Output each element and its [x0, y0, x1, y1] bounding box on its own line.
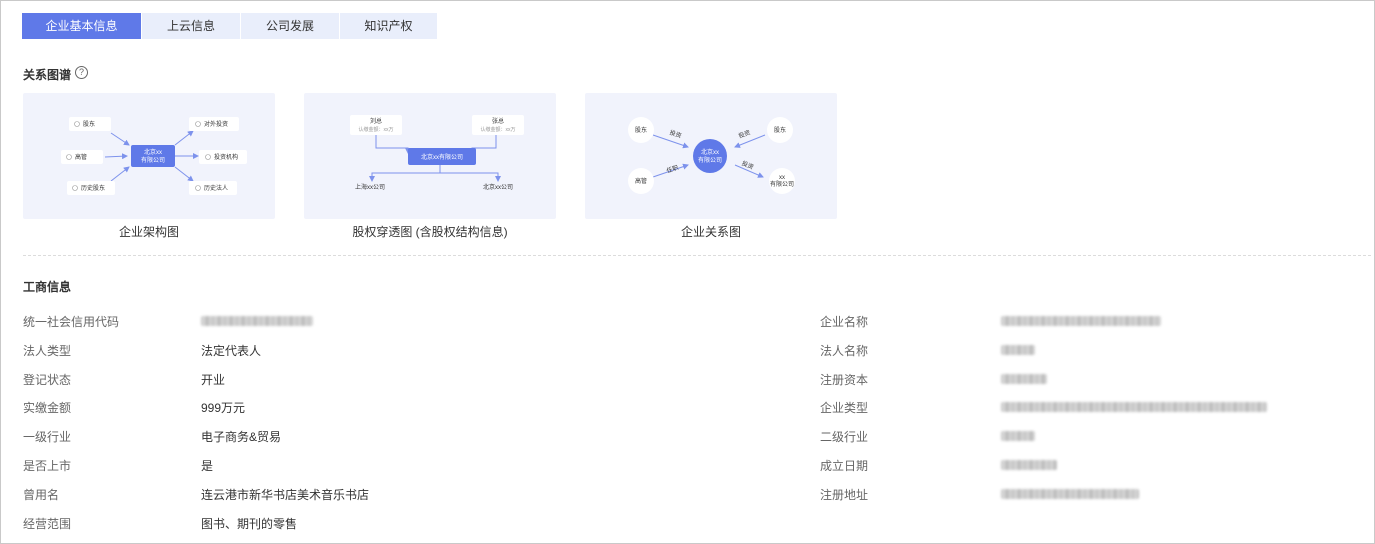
label-listed: 是否上市	[23, 459, 72, 473]
svg-text:高管: 高管	[75, 153, 87, 161]
svg-text:历史法人: 历史法人	[204, 184, 228, 192]
svg-text:认缴金额：xx万: 认缴金额：xx万	[480, 126, 515, 133]
svg-text:北京xx: 北京xx	[144, 148, 162, 156]
svg-text:股东: 股东	[774, 126, 786, 134]
redacted-founded-date	[1001, 460, 1057, 470]
label-industry-l2: 二级行业	[820, 430, 869, 444]
value-paid-amount: 999万元	[201, 401, 246, 415]
svg-text:股东: 股东	[83, 120, 95, 128]
svg-text:对外投资: 对外投资	[204, 120, 228, 128]
caption-equity-penetration: 股权穿透图 (含股权结构信息)	[352, 225, 508, 239]
relation-diagram: 北京xx 有限公司 股东 股东 高管 xx 有限公司 投资 投资 任职 投资	[628, 117, 795, 194]
svg-text:任职: 任职	[665, 163, 679, 174]
page-frame: 企业基本信息 上云信息 公司发展 知识产权 关系图谱 ? 北京xx 有限公司 股…	[0, 0, 1375, 544]
label-company-type: 企业类型	[820, 401, 869, 415]
value-reg-status: 开业	[201, 373, 226, 387]
value-industry-l1: 电子商务&贸易	[201, 430, 282, 444]
caption-enterprise-structure: 企业架构图	[118, 225, 179, 239]
label-founded-date: 成立日期	[820, 459, 869, 473]
redacted-company-name	[1001, 316, 1161, 326]
structure-diagram: 北京xx 有限公司 股东 对外投资 高管 投资机构 历史股东 历史法人	[61, 117, 247, 195]
svg-text:历史股东: 历史股东	[81, 184, 105, 192]
tab-cloud-info[interactable]: 上云信息	[142, 13, 240, 39]
tab-development[interactable]: 公司发展	[241, 13, 339, 39]
label-paid-amount: 实缴金额	[23, 401, 72, 415]
label-company-name: 企业名称	[820, 315, 869, 329]
redacted-industry-l2	[1001, 431, 1035, 441]
svg-text:投资: 投资	[737, 128, 751, 140]
help-icon[interactable]: ?	[75, 66, 88, 79]
label-industry-l1: 一级行业	[23, 430, 72, 444]
redacted-reg-address	[1001, 489, 1139, 499]
value-former-name: 连云港市新华书店美术音乐书店	[201, 488, 370, 502]
relation-section-title: 关系图谱	[23, 68, 72, 82]
card-enterprise-structure[interactable]: 北京xx 有限公司 股东 对外投资 高管 投资机构 历史股东 历史法人	[23, 93, 275, 219]
value-legal-type: 法定代表人	[201, 344, 262, 358]
section-divider	[23, 255, 1371, 256]
svg-text:有限公司: 有限公司	[141, 156, 165, 164]
label-legal-type: 法人类型	[23, 344, 72, 358]
value-business-scope: 图书、期刊的零售	[201, 517, 298, 531]
tab-bar: 企业基本信息 上云信息 公司发展 知识产权	[22, 13, 438, 39]
svg-text:刘总: 刘总	[370, 117, 382, 125]
svg-text:认缴金额：xx万: 认缴金额：xx万	[358, 126, 393, 133]
label-credit-code: 统一社会信用代码	[23, 315, 120, 329]
svg-text:北京xx: 北京xx	[701, 148, 719, 156]
svg-text:张总: 张总	[492, 117, 504, 125]
label-business-scope: 经营范围	[23, 517, 72, 531]
svg-text:xx: xx	[779, 175, 785, 181]
card-enterprise-relation[interactable]: 北京xx 有限公司 股东 股东 高管 xx 有限公司 投资 投资 任职 投资	[585, 93, 837, 219]
svg-text:有限公司: 有限公司	[770, 180, 794, 188]
redacted-company-type	[1001, 402, 1267, 412]
business-section-title: 工商信息	[23, 280, 72, 294]
svg-text:股东: 股东	[635, 126, 647, 134]
caption-enterprise-relation: 企业关系图	[680, 225, 741, 239]
redacted-reg-capital	[1001, 374, 1047, 384]
redacted-legal-name	[1001, 345, 1035, 355]
svg-text:投资: 投资	[741, 159, 755, 171]
card-equity-penetration[interactable]: 刘总 认缴金额：xx万 张总 认缴金额：xx万 北京xx有限公司 上海xx公司 …	[304, 93, 556, 219]
redacted-credit-code	[201, 316, 313, 326]
label-former-name: 曾用名	[23, 488, 60, 502]
label-legal-name: 法人名称	[820, 344, 869, 358]
svg-text:上海xx公司: 上海xx公司	[355, 183, 385, 191]
value-listed: 是	[201, 459, 214, 473]
tab-ip[interactable]: 知识产权	[340, 13, 437, 39]
svg-text:北京xx有限公司: 北京xx有限公司	[421, 153, 463, 161]
label-reg-capital: 注册资本	[820, 373, 869, 387]
label-reg-address: 注册地址	[820, 488, 869, 502]
svg-text:北京xx公司: 北京xx公司	[483, 183, 513, 191]
svg-text:投资机构: 投资机构	[214, 153, 238, 161]
svg-text:投资: 投资	[669, 128, 683, 139]
tab-basic-info[interactable]: 企业基本信息	[22, 13, 141, 39]
svg-text:有限公司: 有限公司	[698, 156, 722, 164]
label-reg-status: 登记状态	[23, 373, 72, 387]
svg-text:高管: 高管	[635, 177, 647, 185]
equity-diagram: 刘总 认缴金额：xx万 张总 认缴金额：xx万 北京xx有限公司 上海xx公司 …	[350, 115, 524, 191]
